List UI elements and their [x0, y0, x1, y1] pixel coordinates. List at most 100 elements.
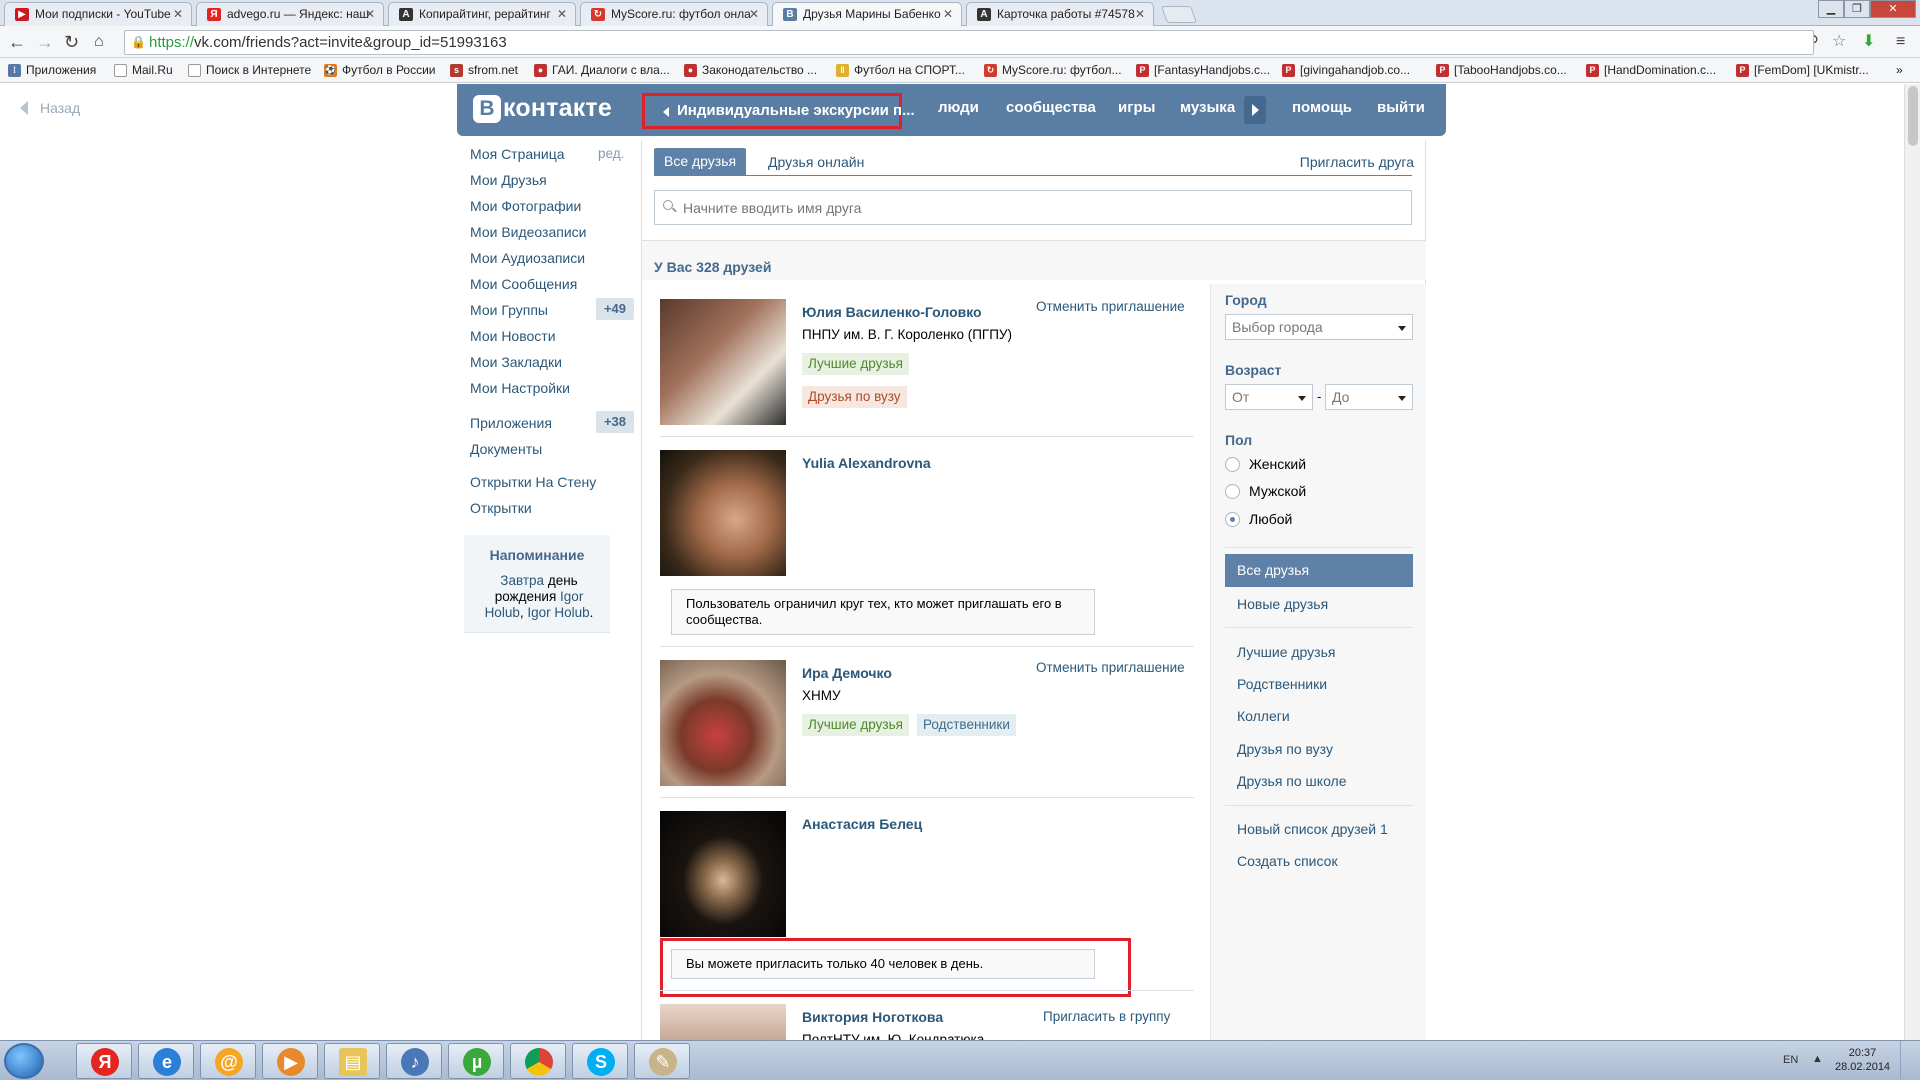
- list-relatives[interactable]: Родственники: [1237, 676, 1327, 692]
- cancel-invitation-link[interactable]: Отменить приглашение: [1036, 660, 1185, 675]
- home-icon[interactable]: ⌂: [94, 32, 104, 52]
- menu-cards[interactable]: Открытки: [470, 500, 532, 516]
- close-tab-icon[interactable]: ✕: [1135, 3, 1145, 25]
- cancel-invitation-link[interactable]: Отменить приглашение: [1036, 299, 1185, 314]
- invite-friend-link[interactable]: Пригласить друга: [1300, 154, 1414, 170]
- back-arrow-icon[interactable]: ←: [8, 32, 26, 52]
- friend-list-tag[interactable]: Друзья по вузу: [802, 386, 907, 408]
- friend-photo[interactable]: [660, 299, 786, 425]
- language-indicator[interactable]: EN: [1783, 1054, 1798, 1066]
- address-bar[interactable]: 🔒 https://vk.com/friends?act=invite&grou…: [124, 30, 1814, 55]
- list-best-friends[interactable]: Лучшие друзья: [1237, 644, 1335, 660]
- city-select[interactable]: Выбор города: [1225, 314, 1413, 340]
- friend-list-tag[interactable]: Родственники: [917, 714, 1016, 736]
- list-new-friends[interactable]: Новые друзья: [1237, 596, 1328, 612]
- sex-any-radio[interactable]: [1225, 512, 1240, 527]
- bookmarks-overflow-icon[interactable]: »: [1896, 63, 1903, 77]
- age-from-select[interactable]: От: [1225, 384, 1313, 410]
- group-back-nav[interactable]: Индивидуальные экскурсии п...: [642, 93, 915, 129]
- menu-edit-link[interactable]: ред.: [598, 146, 624, 161]
- reminder-tomorrow-link[interactable]: Завтра: [500, 573, 544, 588]
- browser-tab-active[interactable]: B Друзья Марины Бабенко ✕: [772, 2, 962, 26]
- nav-more-button[interactable]: [1244, 96, 1266, 124]
- close-tab-icon[interactable]: ✕: [749, 3, 759, 25]
- star-icon[interactable]: ☆: [1832, 32, 1846, 52]
- bookmark-apps[interactable]: ⁞ Приложения: [8, 63, 96, 77]
- browser-tab[interactable]: ▶ Мои подписки - YouTube ✕: [4, 2, 192, 26]
- forward-arrow-icon[interactable]: →: [36, 32, 54, 52]
- taskbar-media-player[interactable]: ▶: [262, 1043, 318, 1079]
- show-desktop-button[interactable]: [1900, 1041, 1918, 1079]
- list-all-friends[interactable]: Все друзья: [1225, 554, 1413, 587]
- close-tab-icon[interactable]: ✕: [557, 3, 567, 25]
- tab-all-friends[interactable]: Все друзья: [654, 148, 747, 175]
- friend-name-link[interactable]: Виктория Ноготкова: [802, 1009, 943, 1025]
- url-text[interactable]: https://vk.com/friends?act=invite&group_…: [149, 34, 507, 51]
- taskbar-mail-agent[interactable]: @: [200, 1043, 256, 1079]
- taskbar-utorrent[interactable]: µ: [448, 1043, 504, 1079]
- apps-count-badge[interactable]: +38: [596, 411, 634, 433]
- friend-photo[interactable]: [660, 450, 786, 576]
- taskbar-yandex[interactable]: Я: [76, 1043, 132, 1079]
- taskbar-skype[interactable]: S: [572, 1043, 628, 1079]
- tab-friends-online[interactable]: Друзья онлайн: [768, 154, 864, 170]
- nav-communities[interactable]: сообщества: [1006, 99, 1096, 116]
- bookmark-item[interactable]: ⚽ Футбол в России: [324, 63, 436, 77]
- menu-my-settings[interactable]: Мои Настройки: [470, 380, 570, 396]
- back-link[interactable]: Назад: [20, 100, 80, 116]
- bookmark-item[interactable]: P [TabooHandjobs.co...: [1436, 63, 1567, 77]
- close-window-icon[interactable]: ✕: [1870, 0, 1916, 18]
- age-to-select[interactable]: До: [1325, 384, 1413, 410]
- menu-wall-cards[interactable]: Открытки На Стену: [470, 474, 596, 490]
- menu-my-messages[interactable]: Мои Сообщения: [470, 276, 577, 292]
- friend-name-link[interactable]: Юлия Василенко-Головко: [802, 304, 982, 320]
- menu-my-videos[interactable]: Мои Видеозаписи: [470, 224, 586, 240]
- bookmark-item[interactable]: P [FantasyHandjobs.c...: [1136, 63, 1270, 77]
- bookmark-item[interactable]: P [HandDomination.c...: [1586, 63, 1716, 77]
- bookmark-item[interactable]: P [FemDom] [UKmistr...: [1736, 63, 1869, 77]
- new-tab-button[interactable]: [1160, 6, 1198, 23]
- sex-any-label[interactable]: Любой: [1249, 511, 1292, 527]
- bookmark-item[interactable]: ‖ Футбол на СПОРТ...: [836, 63, 965, 77]
- bookmark-item[interactable]: Mail.Ru: [114, 63, 173, 77]
- create-list-link[interactable]: Создать список: [1237, 853, 1338, 869]
- page-scrollbar[interactable]: [1904, 84, 1920, 1040]
- close-tab-icon[interactable]: ✕: [173, 3, 183, 25]
- nav-music[interactable]: музыка: [1180, 99, 1235, 116]
- friend-list-tag[interactable]: Лучшие друзья: [802, 353, 909, 375]
- bookmark-item[interactable]: ● ГАИ. Диалоги с вла...: [534, 63, 670, 77]
- menu-documents[interactable]: Документы: [470, 441, 542, 457]
- friend-name-link[interactable]: Анастасия Белец: [802, 816, 922, 832]
- friend-photo[interactable]: [660, 1004, 786, 1040]
- browser-tab[interactable]: ↻ MyScore.ru: футбол онла ✕: [580, 2, 768, 26]
- invite-to-group-link[interactable]: Пригласить в группу: [1043, 1009, 1170, 1024]
- start-button[interactable]: [4, 1043, 44, 1079]
- sex-male-label[interactable]: Мужской: [1249, 483, 1306, 499]
- taskbar-explorer[interactable]: ▤: [324, 1043, 380, 1079]
- friend-name-link[interactable]: Ира Демочко: [802, 665, 892, 681]
- list-colleagues[interactable]: Коллеги: [1237, 708, 1290, 724]
- nav-games[interactable]: игры: [1118, 99, 1155, 116]
- nav-help[interactable]: помощь: [1292, 99, 1352, 116]
- menu-my-photos[interactable]: Мои Фотографии: [470, 198, 581, 214]
- nav-logout[interactable]: выйти: [1377, 99, 1425, 116]
- menu-my-groups[interactable]: Мои Группы: [470, 302, 548, 318]
- menu-apps[interactable]: Приложения: [470, 415, 552, 431]
- taskbar-ie[interactable]: e: [138, 1043, 194, 1079]
- friend-photo[interactable]: [660, 660, 786, 786]
- list-custom-1[interactable]: Новый список друзей 1: [1237, 821, 1388, 837]
- taskbar-sound[interactable]: ♪: [386, 1043, 442, 1079]
- tray-expand-icon[interactable]: ▲: [1812, 1053, 1823, 1065]
- reminder-name-link[interactable]: Igor Holub: [527, 605, 589, 620]
- list-university-friends[interactable]: Друзья по вузу: [1237, 741, 1333, 757]
- bookmark-item[interactable]: s sfrom.net: [450, 63, 518, 77]
- bookmark-item[interactable]: ↻ MyScore.ru: футбол...: [984, 63, 1122, 77]
- groups-count-badge[interactable]: +49: [596, 298, 634, 320]
- sex-female-radio[interactable]: [1225, 457, 1240, 472]
- close-tab-icon[interactable]: ✕: [943, 3, 953, 25]
- bookmark-item[interactable]: ● Законодательство ...: [684, 63, 817, 77]
- reload-icon[interactable]: ↻: [64, 32, 79, 52]
- browser-tab[interactable]: A Копирайтинг, рерайтинг ✕: [388, 2, 576, 26]
- scrollbar-thumb[interactable]: [1908, 86, 1918, 146]
- menu-my-news[interactable]: Мои Новости: [470, 328, 556, 344]
